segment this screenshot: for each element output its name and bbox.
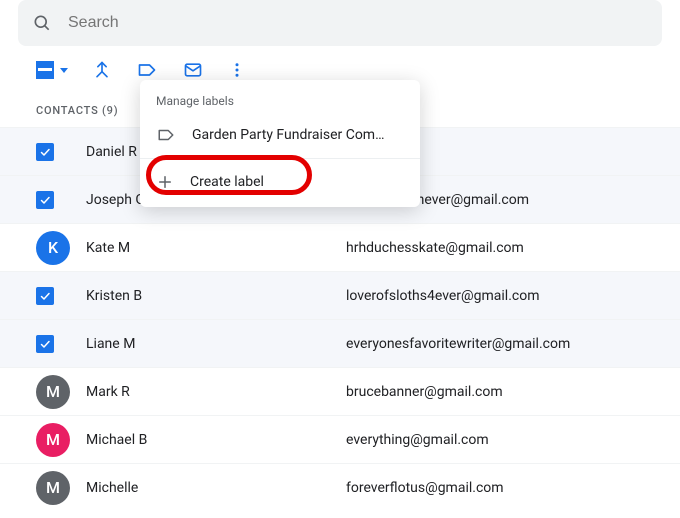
contact-row[interactable]: M Michelleforeverflotus@gmail.com [0,463,680,511]
create-label-item[interactable]: Create label [140,163,420,201]
avatar: M [36,471,70,505]
contact-checkbox[interactable] [36,287,86,305]
contact-checkbox[interactable] [36,335,86,353]
merge-button[interactable] [92,60,112,80]
contact-name: Mark R [86,384,346,400]
label-outline-icon [156,126,176,144]
select-all-indeterminate-icon [36,61,54,79]
plus-icon [156,173,174,191]
contact-avatar[interactable]: M [36,423,86,457]
avatar: M [36,423,70,457]
label-icon [136,60,158,80]
contact-checkbox[interactable] [36,143,86,161]
select-all-toggle[interactable] [36,61,68,79]
search-input[interactable] [66,13,648,33]
checkbox-checked-icon [36,335,54,353]
popup-divider [140,158,420,159]
send-email-button[interactable] [182,60,204,80]
contact-name: Kristen B [86,288,346,304]
contact-row[interactable]: M Michael Beverything@gmail.com [0,415,680,463]
label-item-existing[interactable]: Garden Party Fundraiser Com… [140,116,420,154]
contact-email: foreverflotus@gmail.com [346,480,504,496]
contact-name: Kate M [86,240,346,256]
more-vert-icon [228,60,246,80]
contact-checkbox[interactable] [36,191,86,209]
contact-email: everything@gmail.com [346,432,489,448]
manage-labels-button[interactable] [136,60,158,80]
contact-row[interactable]: Liane Meveryonesfavoritewriter@gmail.com [0,319,680,367]
checkbox-checked-icon [36,143,54,161]
search-icon [32,13,52,33]
dropdown-caret-icon [60,68,68,73]
contact-email: hrhduchesskate@gmail.com [346,240,524,256]
checkbox-checked-icon [36,191,54,209]
label-item-text: Garden Party Fundraiser Com… [192,127,384,143]
merge-icon [92,60,112,80]
contact-row[interactable]: K Kate Mhrhduchesskate@gmail.com [0,223,680,271]
create-label-text: Create label [190,174,264,190]
contact-row[interactable]: M Mark Rbrucebanner@gmail.com [0,367,680,415]
contact-email: everyonesfavoritewriter@gmail.com [346,336,570,352]
contact-name: Michael B [86,432,346,448]
contact-avatar[interactable]: K [36,231,86,265]
labels-popup: Manage labels Garden Party Fundraiser Co… [140,80,420,207]
avatar: K [36,231,70,265]
contact-name: Liane M [86,336,346,352]
labels-popup-header: Manage labels [140,80,420,116]
search-bar[interactable] [18,0,662,46]
avatar: M [36,375,70,409]
mail-icon [182,60,204,80]
more-actions-button[interactable] [228,60,246,80]
contact-email: loverofsloths4ever@gmail.com [346,288,539,304]
contact-name: Michelle [86,480,346,496]
contact-avatar[interactable]: M [36,375,86,409]
contact-email: brucebanner@gmail.com [346,384,503,400]
contact-row[interactable]: Kristen Bloverofsloths4ever@gmail.com [0,271,680,319]
contact-avatar[interactable]: M [36,471,86,505]
checkbox-checked-icon [36,287,54,305]
